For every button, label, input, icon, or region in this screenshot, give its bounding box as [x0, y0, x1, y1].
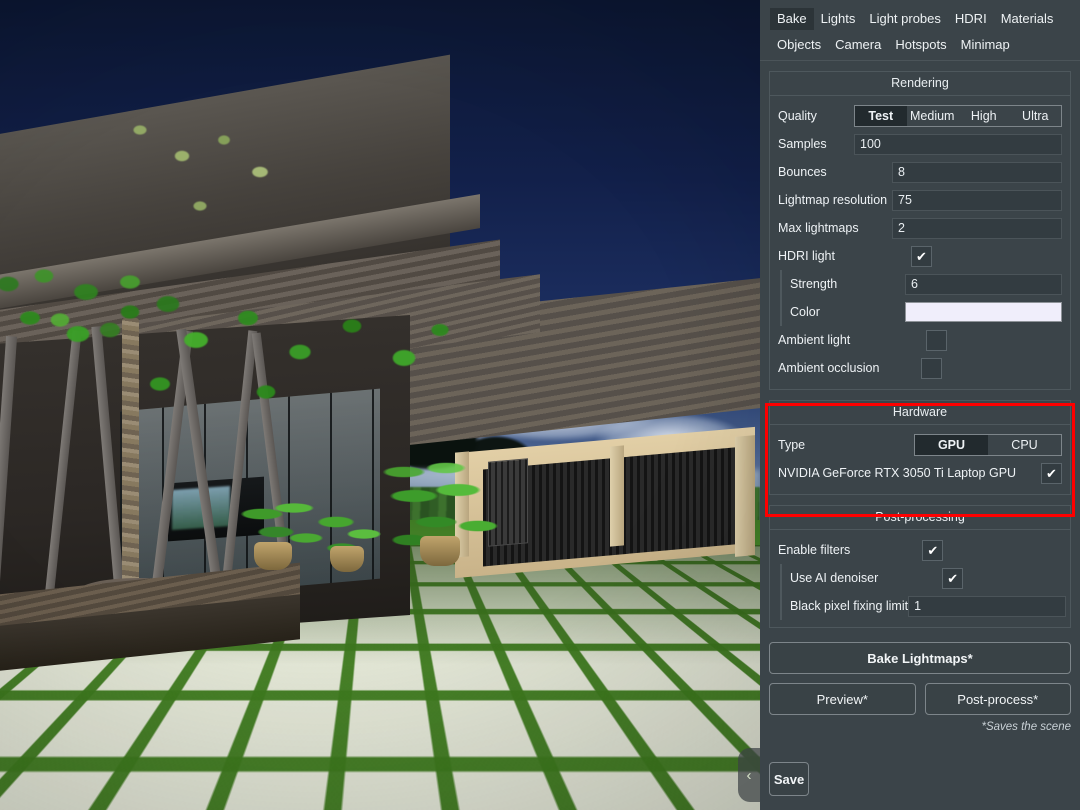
palm-back: [378, 452, 488, 522]
row-hardware-type: Type GPU CPU: [770, 431, 1070, 459]
hardware-option-gpu[interactable]: GPU: [915, 435, 988, 455]
black-pixel-fixing-limit-label: Black pixel fixing limit: [790, 599, 909, 613]
samples-input[interactable]: [854, 133, 1062, 155]
quality-option-medium[interactable]: Medium: [907, 106, 959, 126]
lightmap-resolution-input[interactable]: [892, 189, 1062, 211]
saves-scene-note: *Saves the scene: [981, 721, 1071, 733]
row-gpu-device: NVIDIA GeForce RTX 3050 Ti Laptop GPU ✔: [770, 459, 1070, 487]
row-samples: Samples: [770, 130, 1070, 158]
hardware-option-cpu[interactable]: CPU: [988, 435, 1061, 455]
row-hdri-light: HDRI light ✔: [770, 242, 1070, 270]
use-ai-denoiser-label: Use AI denoiser: [790, 571, 879, 585]
color-label: Color: [790, 305, 820, 319]
post-processing-section: Post-processing Enable filters ✔ Use AI …: [769, 505, 1071, 628]
tab-bar: Bake Lights Light probes HDRI Materials …: [760, 0, 1080, 61]
strength-input[interactable]: [905, 273, 1062, 295]
rendering-section-title: Rendering: [770, 72, 1070, 96]
planter-pot-3: [420, 536, 460, 566]
ambient-occlusion-label: Ambient occlusion: [778, 361, 880, 375]
tab-row-primary: Bake Lights Light probes HDRI Materials: [770, 8, 1070, 34]
carport-post-mid: [610, 445, 624, 547]
tab-row-secondary: Objects Camera Hotspots Minimap: [770, 34, 1070, 60]
carport-post-right: [735, 435, 755, 557]
hdri-sub-settings: Strength Color: [780, 270, 1070, 326]
gpu-device-checkbox[interactable]: ✔: [1041, 462, 1062, 484]
ambient-light-label: Ambient light: [778, 333, 851, 347]
quality-option-high[interactable]: High: [958, 106, 1010, 126]
row-lightmap-resolution: Lightmap resolution: [770, 186, 1070, 214]
black-pixel-fixing-limit-input[interactable]: [908, 595, 1067, 617]
row-ambient-occlusion: Ambient occlusion: [770, 354, 1070, 382]
planter-pot-2: [330, 546, 364, 572]
hardware-section-body: Type GPU CPU NVIDIA GeForce RTX 3050 Ti …: [770, 425, 1070, 494]
tab-light-probes[interactable]: Light probes: [862, 8, 948, 30]
row-quality: Quality Test Medium High Ultra: [770, 102, 1070, 130]
row-enable-filters: Enable filters ✔: [770, 536, 1070, 564]
tab-materials[interactable]: Materials: [994, 8, 1061, 30]
enable-filters-label: Enable filters: [778, 543, 851, 557]
tab-hdri[interactable]: HDRI: [948, 8, 994, 30]
max-lightmaps-label: Max lightmaps: [778, 221, 859, 235]
tab-camera[interactable]: Camera: [828, 34, 888, 56]
ivy-pergola-hanging: [0, 300, 520, 420]
max-lightmaps-input[interactable]: [892, 217, 1062, 239]
app-root: ‹ Bake Lights Light probes HDRI Material…: [0, 0, 1080, 810]
use-ai-denoiser-checkbox[interactable]: ✔: [942, 567, 964, 589]
post-process-button[interactable]: Post-process*: [924, 683, 1071, 715]
viewport-collapse-handle[interactable]: ‹: [738, 748, 760, 802]
quality-option-ultra[interactable]: Ultra: [1010, 106, 1062, 126]
ivy-roof-sprigs: [120, 110, 320, 240]
bake-settings-panel: Bake Lights Light probes HDRI Materials …: [760, 0, 1080, 810]
post-processing-section-title: Post-processing: [770, 506, 1070, 530]
preview-button[interactable]: Preview*: [769, 683, 916, 715]
row-strength: Strength: [782, 270, 1070, 298]
filter-sub-settings: Use AI denoiser ✔ Black pixel fixing lim…: [780, 564, 1070, 620]
chevron-left-icon: ‹: [746, 766, 752, 784]
tab-hotspots[interactable]: Hotspots: [888, 34, 953, 56]
tab-objects[interactable]: Objects: [770, 34, 828, 56]
save-button[interactable]: Save: [769, 762, 809, 796]
color-swatch[interactable]: [905, 302, 1062, 322]
rendering-section-body: Quality Test Medium High Ultra Samples B…: [770, 96, 1070, 389]
hardware-type-segmented-control[interactable]: GPU CPU: [914, 434, 1062, 456]
gpu-device-label: NVIDIA GeForce RTX 3050 Ti Laptop GPU: [778, 466, 1017, 480]
scene-viewport[interactable]: ‹: [0, 0, 760, 810]
ambient-occlusion-checkbox[interactable]: [921, 357, 943, 379]
strength-label: Strength: [790, 277, 838, 291]
bounces-input[interactable]: [892, 161, 1062, 183]
hardware-section: Hardware Type GPU CPU NVIDIA GeForce RTX…: [769, 400, 1071, 495]
row-max-lightmaps: Max lightmaps: [770, 214, 1070, 242]
tab-lights[interactable]: Lights: [814, 8, 863, 30]
planter-pot-1: [254, 542, 292, 570]
row-bounces: Bounces: [770, 158, 1070, 186]
tab-minimap[interactable]: Minimap: [954, 34, 1017, 56]
row-ambient-light: Ambient light: [770, 326, 1070, 354]
enable-filters-checkbox[interactable]: ✔: [922, 539, 944, 561]
row-use-ai-denoiser: Use AI denoiser ✔: [782, 564, 1070, 592]
row-color: Color: [782, 298, 1070, 326]
secondary-action-row: Preview* Post-process*: [769, 683, 1071, 715]
bounces-label: Bounces: [778, 165, 827, 179]
hdri-light-checkbox[interactable]: ✔: [910, 245, 932, 267]
bake-lightmaps-button[interactable]: Bake Lightmaps*: [769, 642, 1071, 674]
samples-label: Samples: [778, 137, 827, 151]
quality-option-test[interactable]: Test: [855, 106, 907, 126]
hdri-light-label: HDRI light: [778, 249, 835, 263]
hardware-type-label: Type: [778, 438, 806, 452]
quality-label: Quality: [778, 109, 817, 123]
quality-segmented-control[interactable]: Test Medium High Ultra: [854, 105, 1062, 127]
lightmap-resolution-label: Lightmap resolution: [778, 193, 888, 207]
tab-bake[interactable]: Bake: [770, 8, 814, 30]
hardware-section-title: Hardware: [770, 401, 1070, 425]
post-processing-section-body: Enable filters ✔ Use AI denoiser ✔ Black…: [770, 530, 1070, 627]
rendering-section: Rendering Quality Test Medium High Ultra…: [769, 71, 1071, 390]
ambient-light-checkbox[interactable]: [926, 329, 948, 351]
row-black-pixel-fixing-limit: Black pixel fixing limit: [782, 592, 1070, 620]
